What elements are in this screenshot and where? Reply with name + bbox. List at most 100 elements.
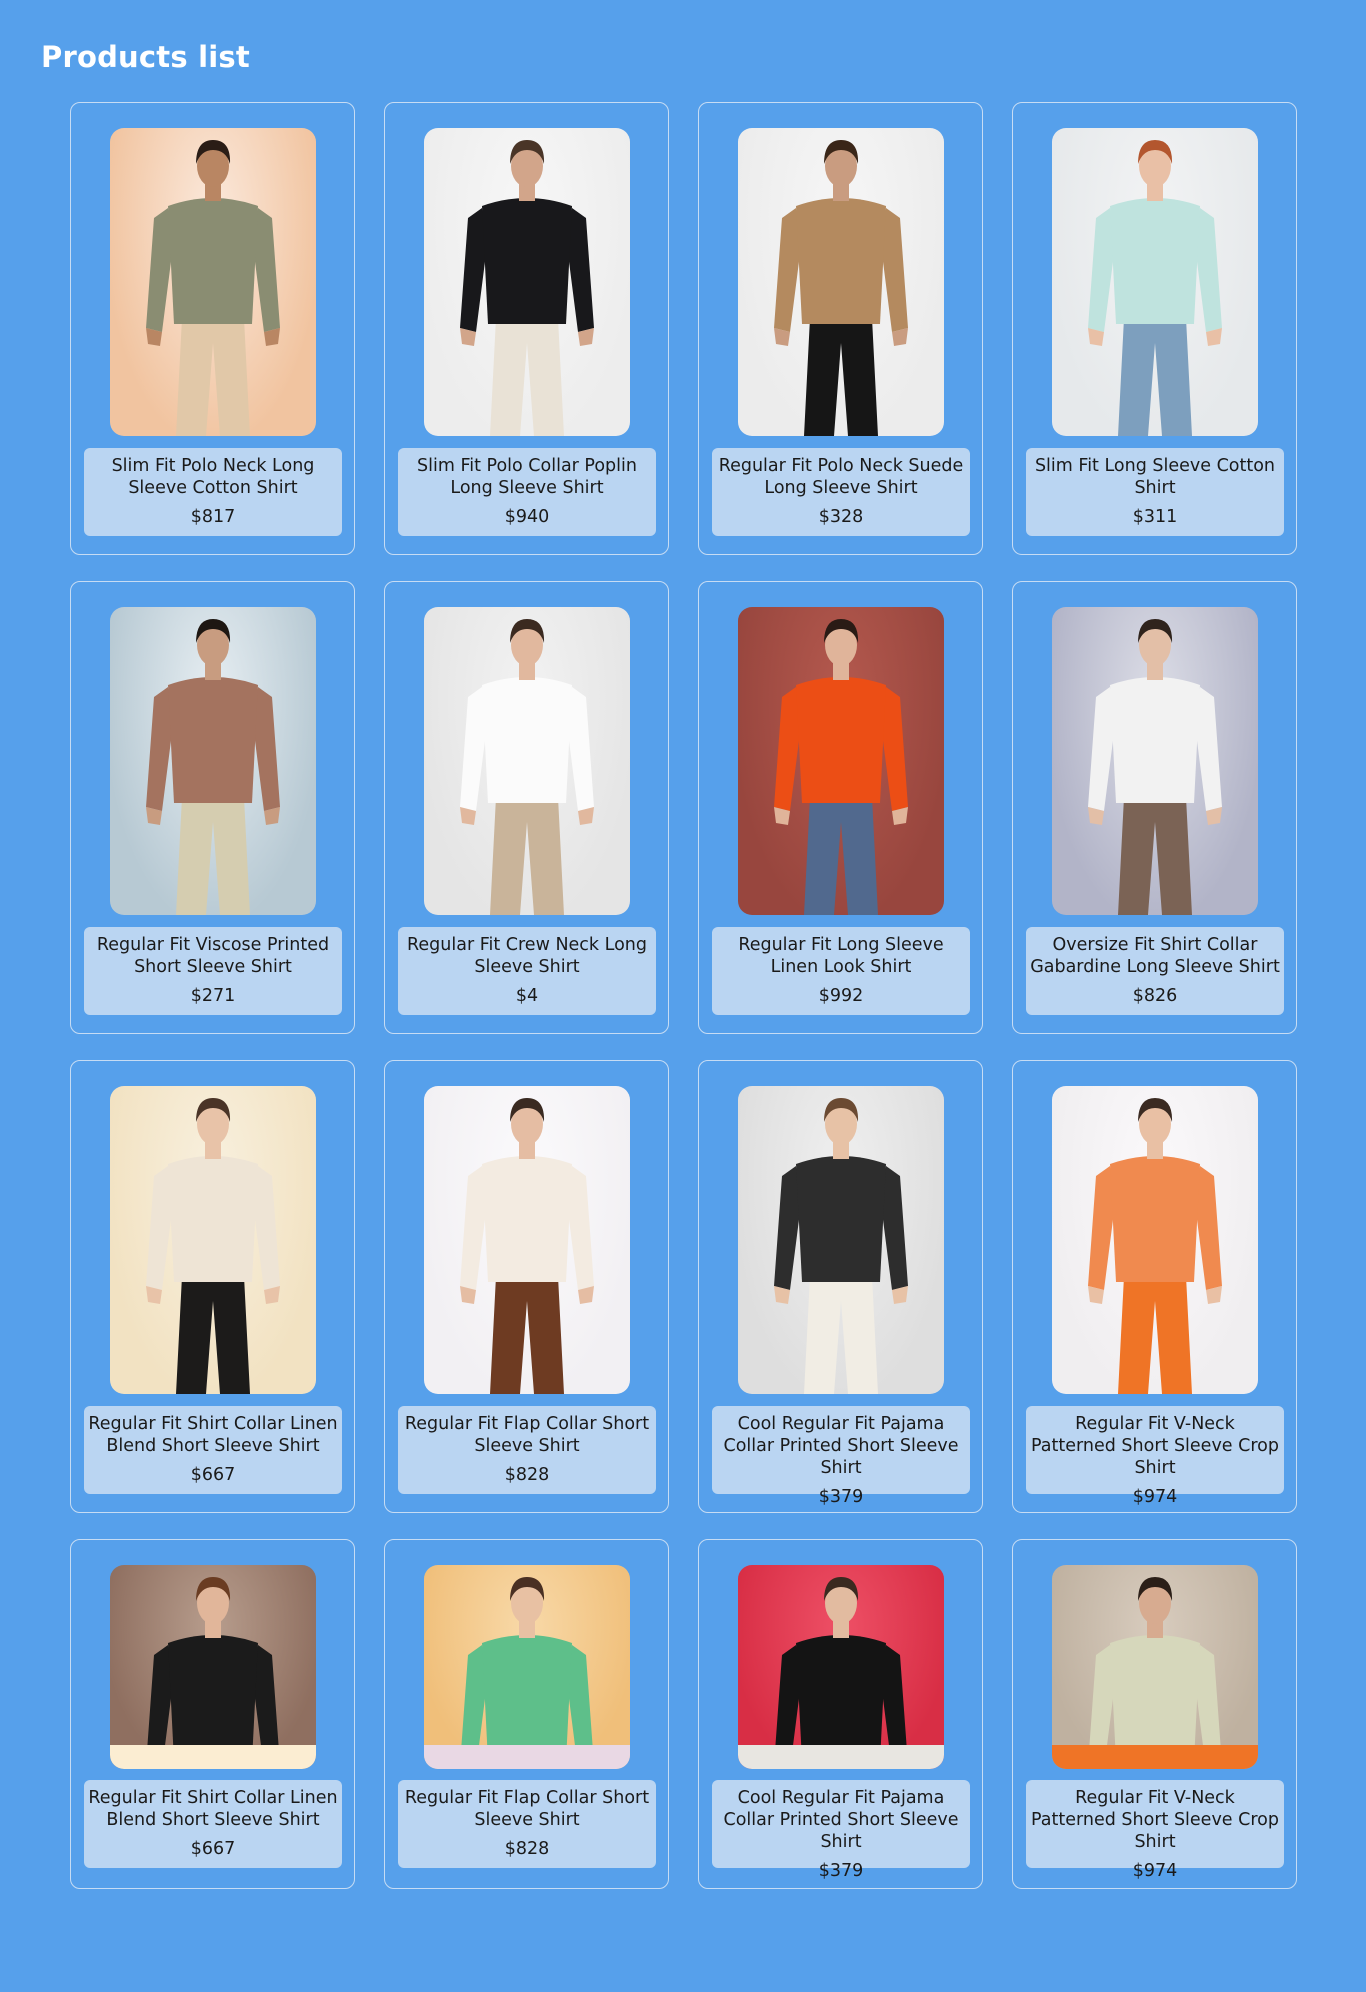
product-card[interactable]: Regular Fit Shirt Collar Linen Blend Sho…: [70, 1060, 355, 1513]
product-info: Regular Fit V-Neck Patterned Short Sleev…: [1026, 1780, 1284, 1881]
product-image[interactable]: [424, 128, 630, 436]
product-price: $940: [504, 507, 550, 527]
product-price: $828: [504, 1465, 550, 1485]
product-image[interactable]: [1052, 607, 1258, 915]
product-image[interactable]: [738, 607, 944, 915]
product-price: $828: [504, 1839, 550, 1859]
model-figure: [460, 140, 594, 436]
product-image[interactable]: [424, 607, 630, 915]
product-name: Cool Regular Fit Pajama Collar Printed S…: [723, 1414, 959, 1478]
product-image[interactable]: [424, 1086, 630, 1394]
product-name: Regular Fit Flap Collar Short Sleeve Shi…: [404, 1788, 650, 1830]
model-figure: [460, 619, 594, 915]
product-card[interactable]: Regular Fit Shirt Collar Linen Blend Sho…: [70, 1539, 355, 1889]
product-price: $826: [1132, 986, 1178, 1006]
product-info: Regular Fit Polo Neck Suede Long Sleeve …: [712, 448, 970, 536]
product-card[interactable]: Regular Fit Flap Collar Short Sleeve Shi…: [384, 1539, 669, 1889]
product-name: Regular Fit Crew Neck Long Sleeve Shirt: [407, 935, 647, 977]
product-card[interactable]: Regular Fit Flap Collar Short Sleeve Shi…: [384, 1060, 669, 1513]
product-price: $974: [1132, 1861, 1178, 1881]
product-info: Slim Fit Long Sleeve Cotton Shirt $311: [1026, 448, 1284, 536]
product-info: Cool Regular Fit Pajama Collar Printed S…: [712, 1780, 970, 1881]
product-price: $311: [1132, 507, 1178, 527]
model-figure: [1088, 1098, 1222, 1394]
product-info: Regular Fit Viscose Printed Short Sleeve…: [84, 927, 342, 1015]
product-card[interactable]: Regular Fit V-Neck Patterned Short Sleev…: [1012, 1539, 1297, 1889]
model-figure: [460, 1577, 594, 1769]
product-card[interactable]: Regular Fit V-Neck Patterned Short Sleev…: [1012, 1060, 1297, 1513]
product-card[interactable]: Slim Fit Polo Neck Long Sleeve Cotton Sh…: [70, 102, 355, 555]
product-card[interactable]: Oversize Fit Shirt Collar Gabardine Long…: [1012, 581, 1297, 1034]
model-figure: [1088, 1577, 1222, 1769]
product-price: $4: [515, 986, 539, 1006]
product-price: $992: [818, 986, 864, 1006]
model-figure: [774, 1098, 908, 1394]
product-card[interactable]: Regular Fit Polo Neck Suede Long Sleeve …: [698, 102, 983, 555]
product-image[interactable]: [738, 1565, 944, 1769]
product-price: $667: [190, 1465, 236, 1485]
product-image[interactable]: [110, 1565, 316, 1769]
model-figure: [146, 619, 280, 915]
image-strip: [110, 1745, 316, 1769]
product-price: $817: [190, 507, 236, 527]
product-image[interactable]: [738, 1086, 944, 1394]
product-image[interactable]: [110, 607, 316, 915]
model-figure: [146, 1577, 280, 1769]
product-name: Oversize Fit Shirt Collar Gabardine Long…: [1030, 935, 1280, 977]
product-card[interactable]: Regular Fit Long Sleeve Linen Look Shirt…: [698, 581, 983, 1034]
product-name: Regular Fit Shirt Collar Linen Blend Sho…: [88, 1414, 338, 1456]
product-info: Cool Regular Fit Pajama Collar Printed S…: [712, 1406, 970, 1507]
product-name: Regular Fit Viscose Printed Short Sleeve…: [96, 935, 330, 977]
product-info: Slim Fit Polo Neck Long Sleeve Cotton Sh…: [84, 448, 342, 536]
image-strip: [424, 1745, 630, 1769]
product-price: $379: [818, 1861, 864, 1881]
product-card[interactable]: Regular Fit Crew Neck Long Sleeve Shirt $…: [384, 581, 669, 1034]
product-card[interactable]: Cool Regular Fit Pajama Collar Printed S…: [698, 1539, 983, 1889]
product-price: $974: [1132, 1487, 1178, 1507]
product-card[interactable]: Slim Fit Long Sleeve Cotton Shirt $311: [1012, 102, 1297, 555]
model-figure: [774, 1577, 908, 1769]
product-price: $328: [818, 507, 864, 527]
product-image[interactable]: [1052, 1565, 1258, 1769]
product-name: Cool Regular Fit Pajama Collar Printed S…: [723, 1788, 959, 1852]
product-name: Slim Fit Polo Collar Poplin Long Sleeve …: [417, 456, 637, 498]
model-figure: [774, 619, 908, 915]
product-image[interactable]: [1052, 1086, 1258, 1394]
product-info: Regular Fit Shirt Collar Linen Blend Sho…: [84, 1780, 342, 1868]
product-info: Regular Fit V-Neck Patterned Short Sleev…: [1026, 1406, 1284, 1507]
product-price: $379: [818, 1487, 864, 1507]
image-strip: [738, 1745, 944, 1769]
product-info: Regular Fit Long Sleeve Linen Look Shirt…: [712, 927, 970, 1015]
product-info: Regular Fit Flap Collar Short Sleeve Shi…: [398, 1780, 656, 1868]
product-price: $667: [190, 1839, 236, 1859]
product-name: Slim Fit Long Sleeve Cotton Shirt: [1034, 456, 1276, 498]
model-figure: [1088, 619, 1222, 915]
model-figure: [1088, 140, 1222, 436]
model-figure: [146, 140, 280, 436]
product-grid: Slim Fit Polo Neck Long Sleeve Cotton Sh…: [70, 102, 1297, 1992]
product-name: Regular Fit V-Neck Patterned Short Sleev…: [1031, 1414, 1279, 1478]
product-image[interactable]: [110, 128, 316, 436]
product-image[interactable]: [738, 128, 944, 436]
product-info: Slim Fit Polo Collar Poplin Long Sleeve …: [398, 448, 656, 536]
product-image[interactable]: [1052, 128, 1258, 436]
product-name: Regular Fit V-Neck Patterned Short Sleev…: [1031, 1788, 1279, 1852]
product-card[interactable]: Slim Fit Polo Collar Poplin Long Sleeve …: [384, 102, 669, 555]
product-name: Regular Fit Long Sleeve Linen Look Shirt: [738, 935, 944, 977]
product-name: Regular Fit Flap Collar Short Sleeve Shi…: [404, 1414, 650, 1456]
model-figure: [774, 140, 908, 436]
product-card[interactable]: Regular Fit Viscose Printed Short Sleeve…: [70, 581, 355, 1034]
product-price: $271: [190, 986, 236, 1006]
product-name: Slim Fit Polo Neck Long Sleeve Cotton Sh…: [111, 456, 315, 498]
product-card[interactable]: Cool Regular Fit Pajama Collar Printed S…: [698, 1060, 983, 1513]
product-image[interactable]: [110, 1086, 316, 1394]
model-figure: [460, 1098, 594, 1394]
product-image[interactable]: [424, 1565, 630, 1769]
image-strip: [1052, 1745, 1258, 1769]
product-name: Regular Fit Polo Neck Suede Long Sleeve …: [718, 456, 964, 498]
page-title: Products list: [41, 40, 250, 74]
product-name: Regular Fit Shirt Collar Linen Blend Sho…: [88, 1788, 338, 1830]
model-figure: [146, 1098, 280, 1394]
product-info: Regular Fit Flap Collar Short Sleeve Shi…: [398, 1406, 656, 1494]
product-info: Oversize Fit Shirt Collar Gabardine Long…: [1026, 927, 1284, 1015]
